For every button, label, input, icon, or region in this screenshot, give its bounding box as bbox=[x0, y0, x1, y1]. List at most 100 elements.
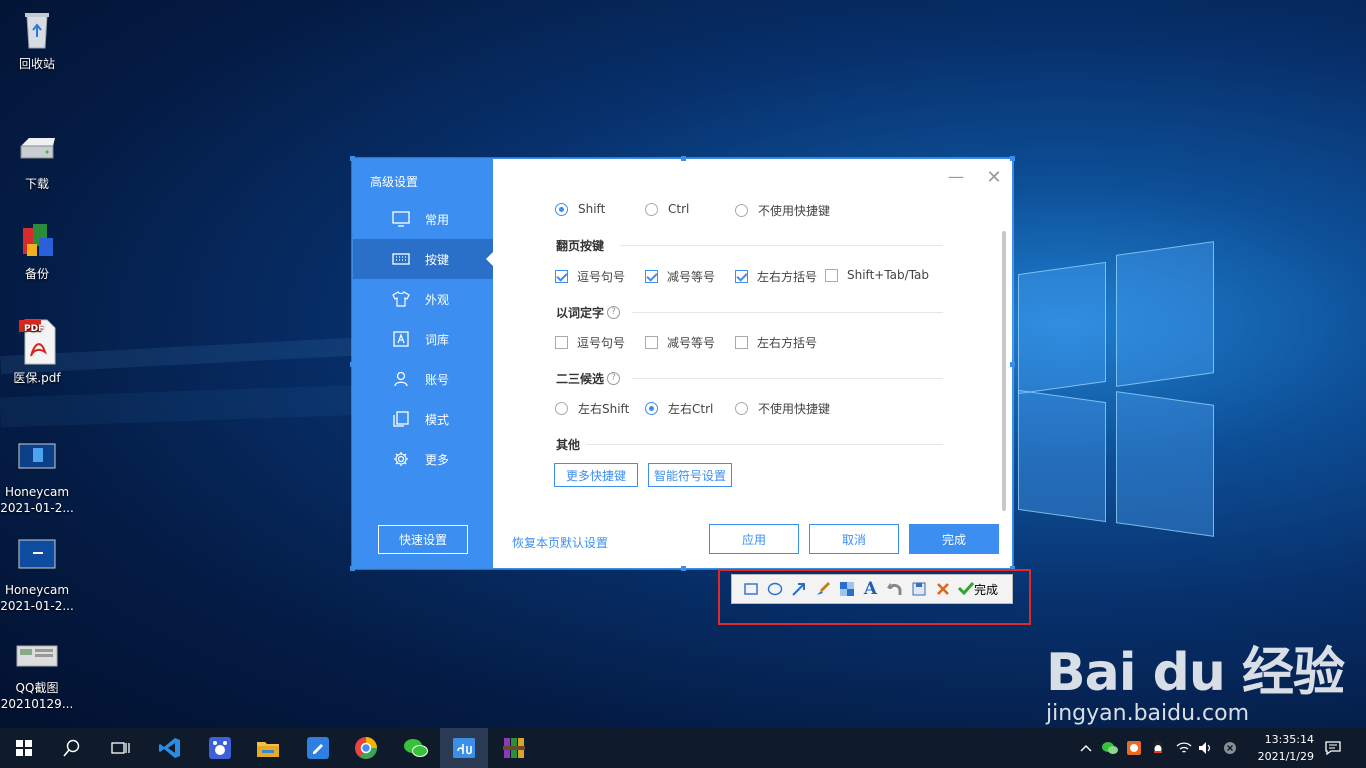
more-shortcuts-button[interactable]: 更多快捷键 bbox=[554, 463, 638, 487]
desktop-icon-qq-screenshot[interactable]: QQ截图 20210129... bbox=[0, 640, 74, 712]
page-turn-bracket-checkbox[interactable]: 左右方括号 bbox=[735, 268, 817, 285]
search-icon[interactable] bbox=[48, 728, 96, 768]
checkbox-icon bbox=[555, 336, 568, 349]
pdf-badge: PDF bbox=[24, 324, 45, 334]
done-button[interactable]: 完成 bbox=[909, 524, 999, 554]
task-view-icon[interactable] bbox=[96, 728, 144, 768]
rectangle-icon[interactable] bbox=[742, 581, 759, 598]
option-label: 不使用快捷键 bbox=[758, 402, 831, 416]
sticky-notes-icon[interactable] bbox=[294, 728, 342, 768]
shortcut-none-radio[interactable]: 不使用快捷键 bbox=[735, 202, 830, 219]
help-icon[interactable]: ? bbox=[607, 372, 621, 385]
image-thumbnail-icon bbox=[15, 436, 59, 480]
section-title-other: 其他 bbox=[556, 438, 581, 452]
section-divider bbox=[586, 444, 943, 445]
undo-icon[interactable] bbox=[886, 581, 903, 598]
option-label: 左右方括号 bbox=[757, 336, 818, 350]
desktop-icon-label: 医保.pdf bbox=[13, 371, 61, 385]
help-icon[interactable]: ? bbox=[607, 306, 621, 319]
desktop-icon-label: Honeycam 2021-01-2... bbox=[0, 583, 74, 613]
volume-icon[interactable] bbox=[1196, 728, 1216, 768]
cancel-icon[interactable] bbox=[934, 581, 951, 598]
section-divider bbox=[632, 312, 943, 313]
option-label: Shift bbox=[578, 202, 606, 216]
option-label: Shift+Tab/Tab bbox=[847, 268, 930, 282]
clock-time: 13:35:14 bbox=[1264, 733, 1314, 746]
minimize-button[interactable]: — bbox=[946, 167, 966, 186]
ellipse-icon[interactable] bbox=[766, 581, 783, 598]
image-thumbnail-icon bbox=[15, 640, 59, 676]
word-comma-checkbox[interactable]: 逗号句号 bbox=[555, 334, 625, 351]
radio-icon bbox=[645, 202, 658, 216]
chevron-up-icon[interactable] bbox=[1078, 728, 1094, 768]
arrow-icon[interactable] bbox=[790, 581, 807, 598]
winrar-icon[interactable] bbox=[490, 728, 538, 768]
app-tray-icon[interactable] bbox=[1124, 728, 1144, 768]
desktop-icon-honeycam-2[interactable]: Honeycam 2021-01-2... bbox=[0, 534, 74, 614]
checkbox-icon bbox=[735, 336, 748, 349]
sidebar-item-label: 按键 bbox=[425, 252, 450, 267]
user-icon bbox=[392, 370, 410, 388]
desktop-icon-honeycam-1[interactable]: Honeycam 2021-01-2... bbox=[0, 436, 74, 516]
notification-icon[interactable] bbox=[1320, 728, 1346, 768]
windows-logo bbox=[1018, 228, 1218, 538]
clock[interactable]: 13:35:14 2021/1/29 bbox=[1258, 731, 1314, 765]
wechat-tray-icon[interactable] bbox=[1100, 728, 1120, 768]
desktop-icon-backup[interactable]: 备份 bbox=[0, 218, 74, 282]
shortcut-ctrl-radio[interactable]: Ctrl bbox=[645, 202, 689, 216]
backup-icon bbox=[15, 218, 59, 262]
text-icon[interactable]: A bbox=[862, 579, 879, 599]
section-divider bbox=[620, 245, 943, 246]
baidu-netdisk-icon[interactable] bbox=[196, 728, 244, 768]
gear-icon bbox=[392, 450, 410, 468]
word-bracket-checkbox[interactable]: 左右方括号 bbox=[735, 334, 817, 351]
close-button[interactable]: ✕ bbox=[984, 167, 1004, 188]
start-button[interactable] bbox=[0, 728, 48, 768]
candidate-ctrl-radio[interactable]: 左右Ctrl bbox=[645, 400, 713, 417]
page-turn-comma-checkbox[interactable]: 逗号句号 bbox=[555, 268, 625, 285]
sidebar-item-appearance[interactable]: 外观 bbox=[353, 279, 493, 319]
recycle-bin-icon bbox=[15, 8, 59, 52]
baidu-input-icon[interactable] bbox=[440, 728, 488, 768]
close-circle-icon[interactable] bbox=[1220, 728, 1240, 768]
desktop-icon-pdf[interactable]: PDF 医保.pdf bbox=[0, 318, 74, 386]
wifi-icon[interactable] bbox=[1174, 728, 1194, 768]
save-icon[interactable] bbox=[910, 581, 927, 598]
mosaic-icon[interactable] bbox=[838, 581, 855, 598]
qq-tray-icon[interactable] bbox=[1148, 728, 1168, 768]
candidate-shift-radio[interactable]: 左右Shift bbox=[555, 400, 629, 417]
candidate-none-radio[interactable]: 不使用快捷键 bbox=[735, 400, 830, 417]
drive-icon bbox=[15, 128, 59, 172]
sidebar-item-keys[interactable]: 按键 bbox=[353, 239, 494, 279]
page-turn-tab-checkbox[interactable]: Shift+Tab/Tab bbox=[825, 268, 929, 282]
quick-setup-button[interactable]: 快速设置 bbox=[378, 525, 468, 554]
sidebar-item-dictionary[interactable]: 词库 bbox=[353, 319, 493, 359]
sidebar-item-label: 常用 bbox=[425, 212, 450, 227]
settings-sidebar: 高级设置 常用 按键 外观 词库 账号 模式 更多 快速设置 bbox=[353, 159, 494, 568]
desktop-icon-label: 回收站 bbox=[18, 57, 55, 71]
desktop-icon-downloads[interactable]: 下载 bbox=[0, 128, 74, 192]
sidebar-item-general[interactable]: 常用 bbox=[353, 199, 493, 239]
word-minus-checkbox[interactable]: 减号等号 bbox=[645, 334, 715, 351]
restore-defaults-link[interactable]: 恢复本页默认设置 bbox=[512, 534, 608, 551]
smart-symbol-settings-button[interactable]: 智能符号设置 bbox=[648, 463, 732, 487]
apply-button[interactable]: 应用 bbox=[709, 524, 799, 554]
watermark-logo: Bai du 经验 bbox=[1046, 643, 1345, 703]
vscode-icon[interactable] bbox=[146, 728, 194, 768]
shortcut-shift-radio[interactable]: Shift bbox=[555, 202, 605, 216]
brush-icon[interactable] bbox=[814, 581, 831, 598]
file-explorer-icon[interactable] bbox=[244, 728, 292, 768]
browser-icon[interactable] bbox=[342, 728, 390, 768]
sidebar-item-account[interactable]: 账号 bbox=[353, 359, 493, 399]
page-turn-minus-checkbox[interactable]: 减号等号 bbox=[645, 268, 715, 285]
radio-selected-icon bbox=[645, 402, 658, 415]
sidebar-item-more[interactable]: 更多 bbox=[353, 439, 493, 479]
option-label: 不使用快捷键 bbox=[758, 204, 831, 218]
scrollbar[interactable] bbox=[1002, 231, 1006, 511]
wechat-icon[interactable] bbox=[392, 728, 440, 768]
desktop-icon-recycle-bin[interactable]: 回收站 bbox=[0, 8, 74, 72]
sidebar-item-mode[interactable]: 模式 bbox=[353, 399, 493, 439]
cancel-button[interactable]: 取消 bbox=[809, 524, 899, 554]
checkbox-checked-icon bbox=[555, 270, 568, 283]
capture-done-button[interactable]: 完成 bbox=[957, 581, 998, 598]
